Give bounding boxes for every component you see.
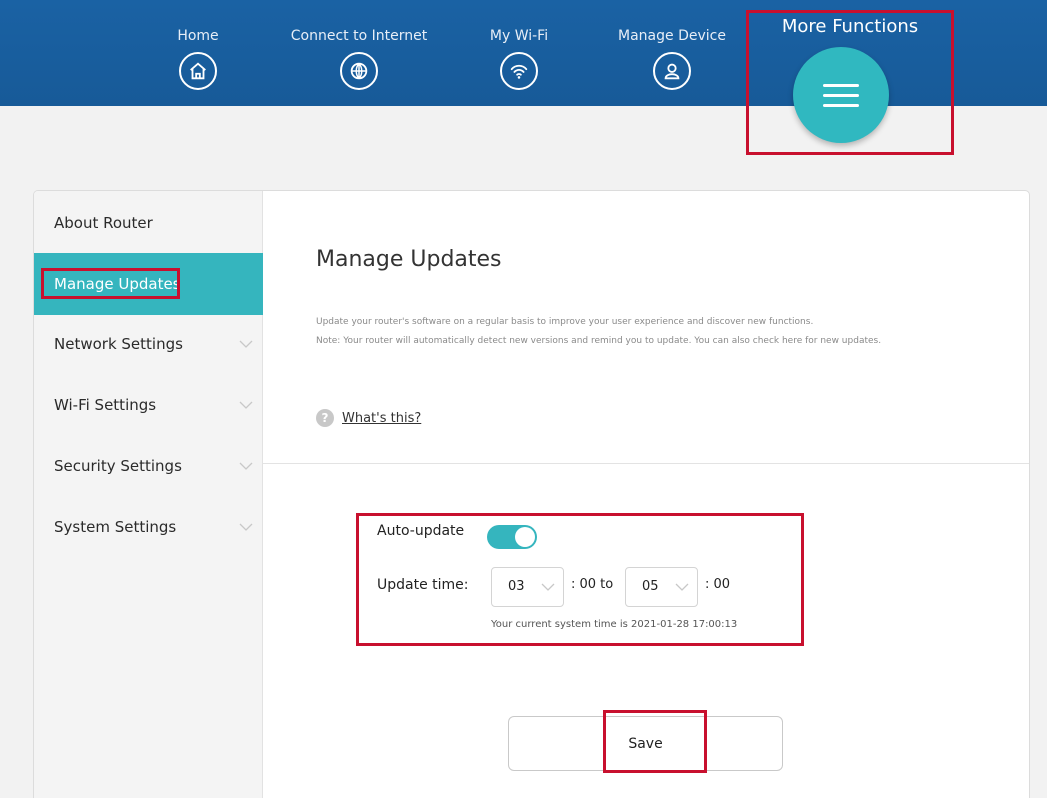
start-hour-value: 03 xyxy=(508,579,525,594)
chevron-down-icon xyxy=(239,523,253,531)
top-navigation-bar: Home Connect to Internet My Wi-Fi Manage… xyxy=(0,0,1047,106)
question-icon: ? xyxy=(316,409,334,427)
home-icon xyxy=(179,52,217,90)
sidebar-item-label: Security Settings xyxy=(54,457,182,475)
description-line: Note: Your router will automatically det… xyxy=(316,336,882,346)
more-functions-label: More Functions xyxy=(781,16,919,37)
nav-item-manage-device[interactable]: Manage Device xyxy=(587,26,757,90)
settings-panel: About Router Manage Updates Network Sett… xyxy=(33,190,1030,798)
toggle-knob xyxy=(515,527,535,547)
update-time-label: Update time: xyxy=(377,577,469,593)
chevron-down-icon xyxy=(239,401,253,409)
nav-item-connect-internet-label: Connect to Internet xyxy=(290,28,428,44)
description-line: Update your router's software on a regul… xyxy=(316,317,814,327)
chevron-down-icon xyxy=(675,583,689,591)
whats-this-label: What's this? xyxy=(342,410,422,426)
chevron-down-icon xyxy=(239,340,253,348)
main-content: Manage Updates Update your router's soft… xyxy=(263,191,1029,798)
divider xyxy=(263,463,1029,464)
sidebar-item-label: Manage Updates xyxy=(54,275,181,293)
nav-item-home-label: Home xyxy=(177,28,219,44)
nav-item-my-wifi[interactable]: My Wi-Fi xyxy=(434,26,604,90)
globe-icon xyxy=(340,52,378,90)
end-minute-text: : 00 xyxy=(705,577,731,592)
sidebar-item-about-router[interactable]: About Router xyxy=(34,195,263,251)
menu-icon xyxy=(823,77,859,114)
chevron-down-icon xyxy=(541,583,555,591)
page-description: Update your router's software on a regul… xyxy=(316,313,956,351)
start-hour-select[interactable]: 03 xyxy=(491,567,564,607)
start-minute-text: : 00 to xyxy=(571,577,614,592)
nav-item-manage-device-label: Manage Device xyxy=(618,28,726,44)
whats-this-link[interactable]: ? What's this? xyxy=(316,409,421,427)
sidebar-item-manage-updates[interactable]: Manage Updates xyxy=(34,253,263,315)
sidebar-item-label: Wi-Fi Settings xyxy=(54,396,157,414)
auto-update-toggle[interactable] xyxy=(487,525,537,549)
nav-item-my-wifi-label: My Wi-Fi xyxy=(489,28,549,44)
auto-update-label: Auto-update xyxy=(377,523,465,539)
sidebar-item-label: System Settings xyxy=(54,518,177,536)
sidebar-item-system-settings[interactable]: System Settings xyxy=(34,499,263,555)
sidebar-item-network-settings[interactable]: Network Settings xyxy=(34,316,263,372)
end-hour-value: 05 xyxy=(642,579,659,594)
sidebar: About Router Manage Updates Network Sett… xyxy=(34,191,263,798)
sidebar-item-security-settings[interactable]: Security Settings xyxy=(34,438,263,494)
page-title: Manage Updates xyxy=(316,247,502,272)
more-functions-button[interactable] xyxy=(793,47,889,143)
nav-item-home[interactable]: Home xyxy=(113,26,283,90)
save-button[interactable]: Save xyxy=(508,716,783,771)
user-icon xyxy=(653,52,691,90)
chevron-down-icon xyxy=(239,462,253,470)
nav-item-connect-internet[interactable]: Connect to Internet xyxy=(274,26,444,90)
end-hour-select[interactable]: 05 xyxy=(625,567,698,607)
wifi-icon xyxy=(500,52,538,90)
system-time-text: Your current system time is 2021-01-28 1… xyxy=(491,619,738,630)
sidebar-item-label: About Router xyxy=(54,214,153,232)
sidebar-item-label: Network Settings xyxy=(54,335,183,353)
sidebar-item-wifi-settings[interactable]: Wi-Fi Settings xyxy=(34,377,263,433)
